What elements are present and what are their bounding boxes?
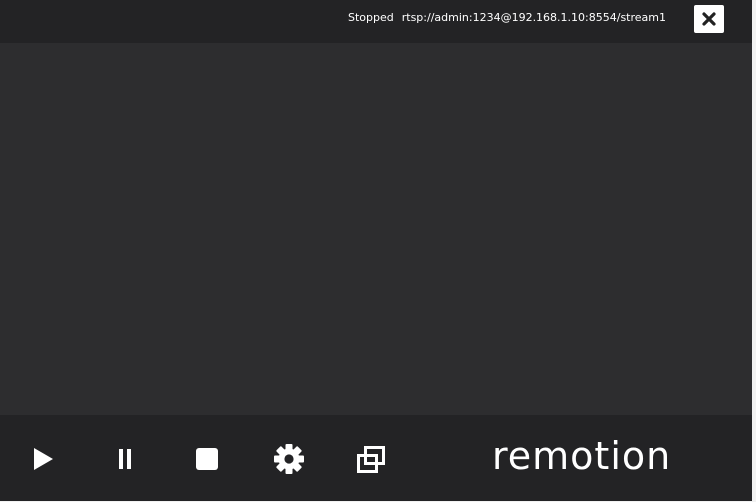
window-edge (752, 0, 756, 502)
close-button[interactable] (694, 5, 724, 33)
popout-window-icon (357, 446, 385, 473)
remotion-logo: remotion (492, 437, 671, 478)
stop-icon (196, 448, 218, 470)
pause-icon (119, 449, 131, 469)
settings-button[interactable] (271, 441, 307, 477)
close-icon (702, 12, 716, 26)
pause-button[interactable] (107, 441, 143, 477)
play-button[interactable] (25, 441, 61, 477)
player-window: Stopped rtsp://admin:1234@192.168.1.10:85… (0, 0, 752, 501)
logo-text: remotion (492, 437, 671, 478)
top-bar: Stopped rtsp://admin:1234@192.168.1.10:85… (0, 0, 752, 43)
stream-url: rtsp://admin:1234@192.168.1.10:8554/stre… (401, 11, 666, 24)
control-bar: remotion (0, 415, 752, 501)
gear-icon (274, 444, 304, 474)
popout-button[interactable] (353, 441, 389, 477)
video-display[interactable] (0, 43, 752, 415)
stop-button[interactable] (189, 441, 225, 477)
stream-status-line: Stopped rtsp://admin:1234@192.168.1.10:85… (348, 11, 666, 25)
play-icon (34, 448, 53, 470)
playback-state: Stopped (347, 11, 394, 24)
